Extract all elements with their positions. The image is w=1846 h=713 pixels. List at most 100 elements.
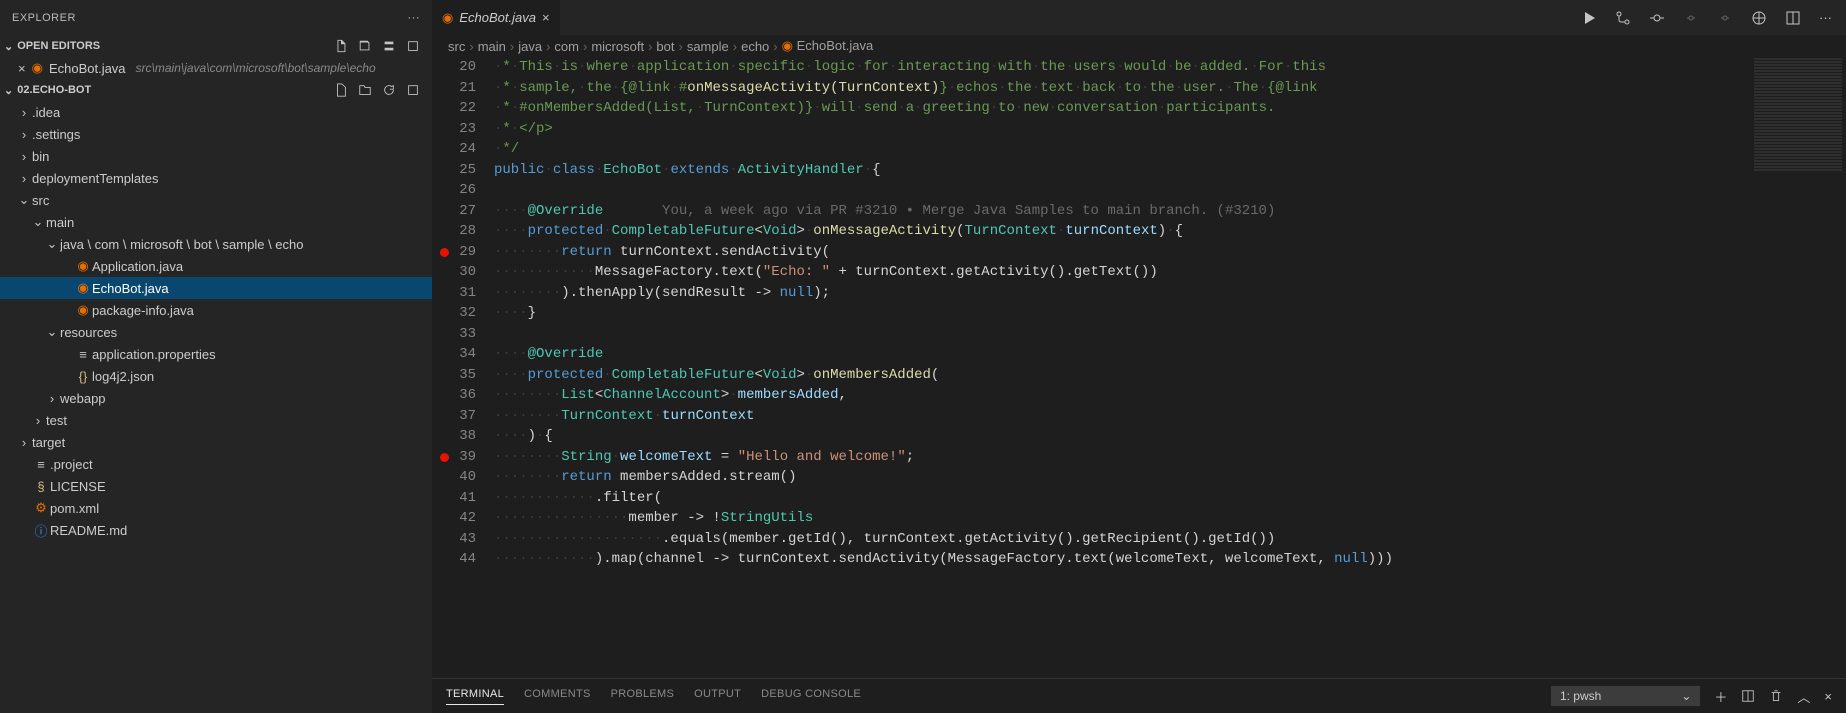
folder-item[interactable]: ›.settings xyxy=(0,123,432,145)
code-line[interactable]: ····} xyxy=(494,303,1846,324)
folder-item[interactable]: ›deploymentTemplates xyxy=(0,167,432,189)
line-number[interactable]: 31 xyxy=(432,283,476,304)
line-number[interactable]: 21 xyxy=(432,78,476,99)
line-number[interactable]: 40 xyxy=(432,467,476,488)
breadcrumbs[interactable]: src›main›java›com›microsoft›bot›sample›e… xyxy=(432,35,1846,57)
collapse-icon[interactable] xyxy=(382,39,396,53)
breadcrumb-item[interactable]: echo xyxy=(741,39,769,54)
line-number[interactable]: 37 xyxy=(432,406,476,427)
new-terminal-icon[interactable]: ＋ xyxy=(1714,687,1727,706)
code-line[interactable]: ················member -> !StringUtils xyxy=(494,508,1846,529)
code-line[interactable]: ········List<ChannelAccount>·membersAdde… xyxy=(494,385,1846,406)
line-number[interactable]: 26 xyxy=(432,180,476,201)
code-line[interactable]: ········).thenApply(sendResult -> null); xyxy=(494,283,1846,304)
refresh-icon[interactable] xyxy=(382,83,396,97)
line-number[interactable]: 42 xyxy=(432,508,476,529)
breadcrumb-item[interactable]: main xyxy=(478,39,506,54)
breadcrumb-item[interactable]: ◉ EchoBot.java xyxy=(782,38,874,54)
code-line[interactable]: ····@Override xyxy=(494,344,1846,365)
folder-item[interactable]: ›target xyxy=(0,431,432,453)
code-line[interactable] xyxy=(494,180,1846,201)
minimap[interactable] xyxy=(1750,57,1846,557)
line-number[interactable]: 35 xyxy=(432,365,476,386)
code-editor[interactable]: 2021222324252627282930313233343536373839… xyxy=(432,57,1846,678)
code-line[interactable]: ·*·</p> xyxy=(494,119,1846,140)
line-number[interactable]: 33 xyxy=(432,324,476,345)
folder-item[interactable]: ›test xyxy=(0,409,432,431)
close-icon[interactable]: × xyxy=(18,61,26,76)
panel-tab-problems[interactable]: PROBLEMS xyxy=(611,688,675,705)
code-content[interactable]: ·*·This·is·where·application·specific·lo… xyxy=(494,57,1846,678)
code-line[interactable]: ····)·{ xyxy=(494,426,1846,447)
code-line[interactable]: ·*·#onMembersAdded(List,·TurnContext)}·w… xyxy=(494,98,1846,119)
breadcrumb-item[interactable]: sample xyxy=(687,39,729,54)
code-line[interactable]: ····protected·CompletableFuture<Void>·on… xyxy=(494,221,1846,242)
next-change-icon[interactable] xyxy=(1717,10,1733,26)
breakpoint-icon[interactable] xyxy=(440,248,449,257)
folder-item[interactable]: ⌄src xyxy=(0,189,432,211)
breadcrumb-item[interactable]: src xyxy=(448,39,465,54)
more-icon[interactable]: ··· xyxy=(1819,10,1832,25)
breadcrumb-item[interactable]: java xyxy=(518,39,542,54)
line-number[interactable]: 25 xyxy=(432,160,476,181)
line-number[interactable]: 30 xyxy=(432,262,476,283)
code-line[interactable]: ············.filter( xyxy=(494,488,1846,509)
file-item[interactable]: ≡application.properties xyxy=(0,343,432,365)
code-line[interactable]: ············MessageFactory.text("Echo: "… xyxy=(494,262,1846,283)
folder-item[interactable]: ⌄resources xyxy=(0,321,432,343)
folder-item[interactable]: ⌄main xyxy=(0,211,432,233)
new-file-icon[interactable] xyxy=(334,39,348,53)
split-terminal-icon[interactable] xyxy=(1741,689,1755,703)
tab-echobot[interactable]: ◉ EchoBot.java × xyxy=(432,0,561,35)
code-line[interactable]: ········return turnContext.sendActivity( xyxy=(494,242,1846,263)
panel-tab-output[interactable]: OUTPUT xyxy=(694,688,741,705)
code-line[interactable] xyxy=(494,324,1846,345)
file-item[interactable]: ⓘREADME.md xyxy=(0,519,432,541)
trash-icon[interactable] xyxy=(1769,689,1783,703)
line-number[interactable]: 43 xyxy=(432,529,476,550)
code-line[interactable]: ····@Override You, a week ago via PR #32… xyxy=(494,201,1846,222)
close-panel-icon[interactable]: × xyxy=(1824,689,1832,704)
line-number[interactable]: 20 xyxy=(432,57,476,78)
code-line[interactable]: ········TurnContext·turnContext xyxy=(494,406,1846,427)
project-header[interactable]: ⌄ 02.ECHO-BOT xyxy=(0,79,432,101)
breadcrumb-item[interactable]: bot xyxy=(656,39,674,54)
collapse-all-icon[interactable] xyxy=(406,83,420,97)
save-all-icon[interactable] xyxy=(358,39,372,53)
file-tree[interactable]: ›.idea›.settings›bin›deploymentTemplates… xyxy=(0,101,432,713)
line-number[interactable]: 39 xyxy=(432,447,476,468)
code-line[interactable]: ·*·This·is·where·application·specific·lo… xyxy=(494,57,1846,78)
folder-item[interactable]: ⌄java \ com \ microsoft \ bot \ sample \… xyxy=(0,233,432,255)
file-item[interactable]: §LICENSE xyxy=(0,475,432,497)
compare-branches-icon[interactable] xyxy=(1615,10,1631,26)
panel-tab-debug-console[interactable]: DEBUG CONSOLE xyxy=(761,688,861,705)
code-line[interactable]: public·class·EchoBot·extends·ActivityHan… xyxy=(494,160,1846,181)
line-number[interactable]: 36 xyxy=(432,385,476,406)
new-folder-icon[interactable] xyxy=(358,83,372,97)
open-preview-icon[interactable] xyxy=(1751,10,1767,26)
line-number[interactable]: 23 xyxy=(432,119,476,140)
panel-tab-comments[interactable]: COMMENTS xyxy=(524,688,591,705)
split-editor-icon[interactable] xyxy=(1785,10,1801,26)
code-line[interactable]: ········return membersAdded.stream() xyxy=(494,467,1846,488)
line-number[interactable]: 24 xyxy=(432,139,476,160)
breakpoint-icon[interactable] xyxy=(440,453,449,462)
breadcrumb-item[interactable]: microsoft xyxy=(591,39,644,54)
file-item[interactable]: ◉EchoBot.java xyxy=(0,277,432,299)
more-icon[interactable]: ··· xyxy=(408,12,421,24)
new-file-icon[interactable] xyxy=(334,83,348,97)
folder-item[interactable]: ›.idea xyxy=(0,101,432,123)
file-item[interactable]: {}log4j2.json xyxy=(0,365,432,387)
chevron-up-icon[interactable]: ︿ xyxy=(1797,687,1810,706)
folder-item[interactable]: ›webapp xyxy=(0,387,432,409)
line-number[interactable]: 38 xyxy=(432,426,476,447)
code-line[interactable]: ····················.equals(member.getId… xyxy=(494,529,1846,550)
line-number[interactable]: 41 xyxy=(432,488,476,509)
line-number[interactable]: 22 xyxy=(432,98,476,119)
folder-item[interactable]: ›bin xyxy=(0,145,432,167)
code-line[interactable]: ········String·welcomeText = "Hello and … xyxy=(494,447,1846,468)
line-number[interactable]: 34 xyxy=(432,344,476,365)
line-number[interactable]: 32 xyxy=(432,303,476,324)
close-all-icon[interactable] xyxy=(406,39,420,53)
terminal-select[interactable]: 1: pwsh ⌄ xyxy=(1551,686,1700,706)
